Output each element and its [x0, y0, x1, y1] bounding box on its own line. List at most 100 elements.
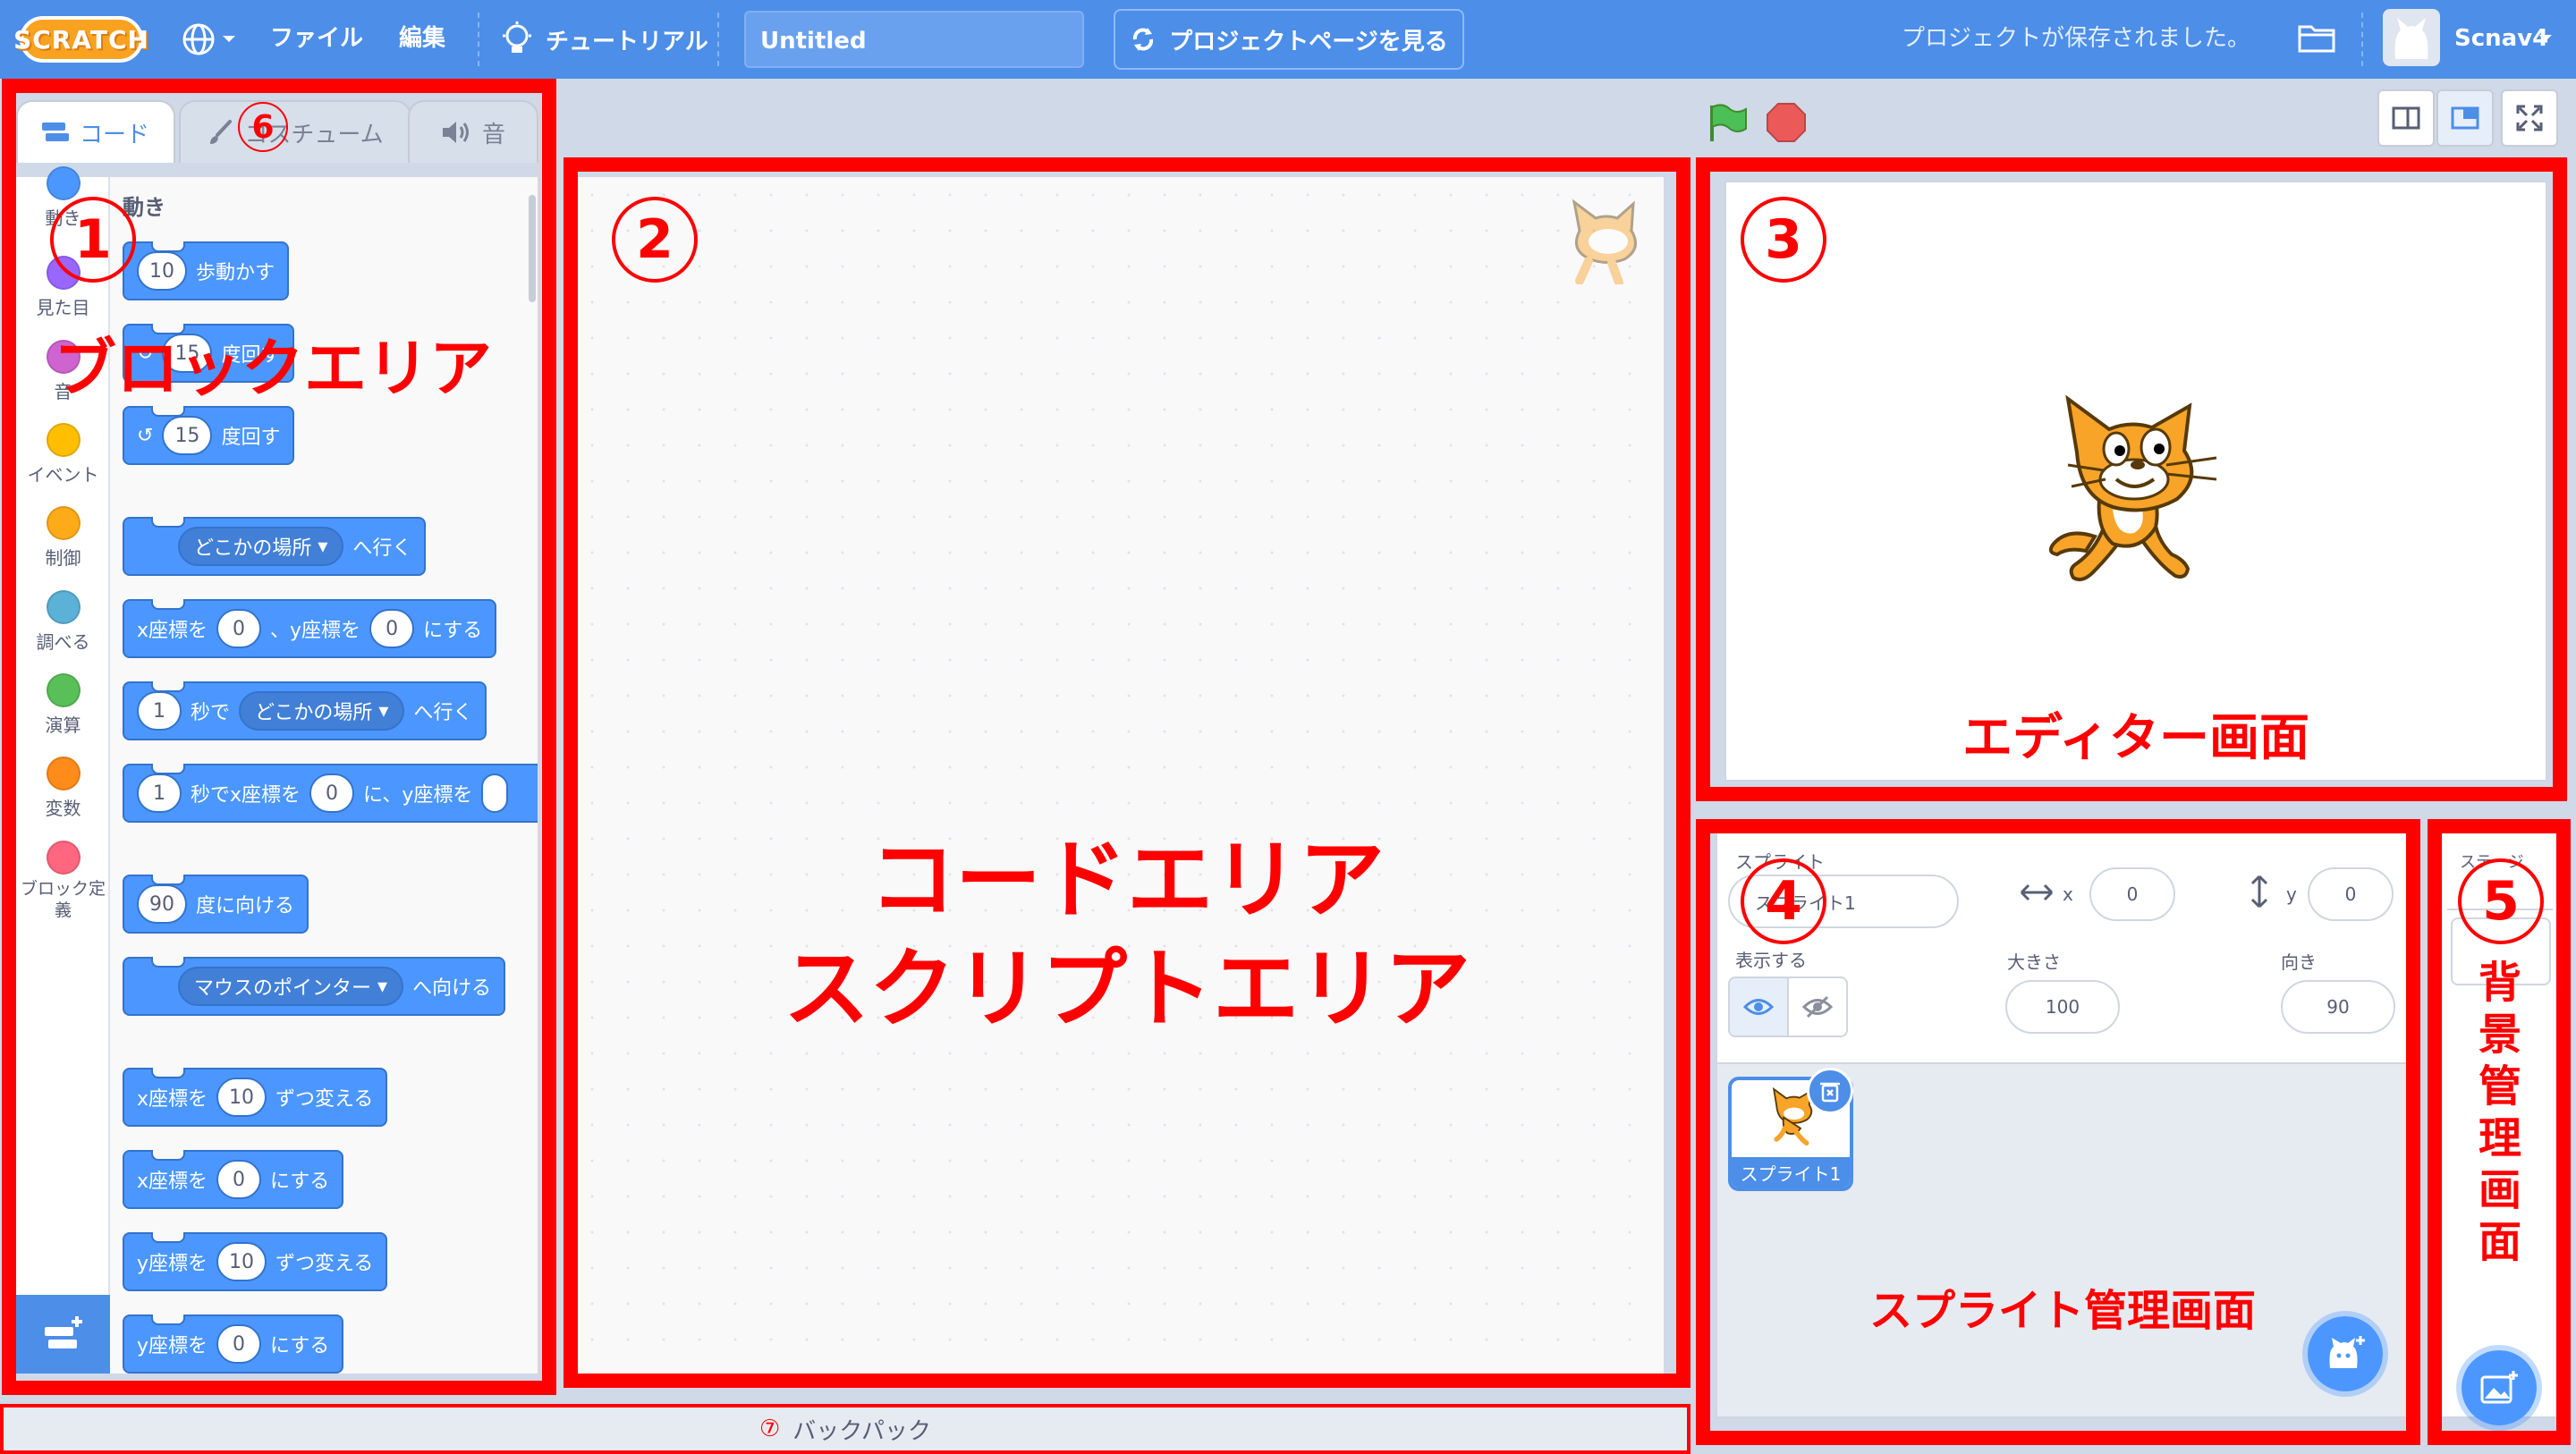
dropdown-value: どこかの場所	[194, 537, 312, 560]
green-flag-icon[interactable]	[1707, 102, 1748, 147]
tab-sounds-label: 音	[481, 121, 505, 148]
category-operators[interactable]: 演算	[16, 673, 110, 737]
block-input[interactable]: 0	[309, 773, 355, 813]
scratch-cat-sprite[interactable]	[2041, 393, 2229, 587]
block-input[interactable]: 10	[216, 1078, 267, 1117]
category-my-blocks[interactable]: ブロック定義	[16, 841, 110, 921]
dropdown-value: マウスのポインター	[194, 977, 372, 1000]
block-input[interactable]: 0	[369, 609, 415, 648]
add-backdrop-button[interactable]	[2456, 1345, 2542, 1431]
block-input[interactable]	[481, 773, 509, 813]
block-input[interactable]: 1	[137, 773, 182, 813]
category-events[interactable]: イベント	[16, 423, 110, 486]
size-input[interactable]: 100	[2005, 980, 2120, 1034]
show-sprite-button[interactable]	[1728, 976, 1789, 1037]
add-backdrop-icon	[2480, 1371, 2518, 1404]
normal-stage-button[interactable]	[2436, 89, 2494, 147]
small-stage-icon	[2392, 106, 2420, 130]
x-label: x	[2063, 883, 2073, 905]
block-point-towards[interactable]: マウスのポインター ▾ へ向ける	[123, 957, 506, 1016]
small-stage-button[interactable]	[2377, 89, 2435, 147]
block-input[interactable]: 0	[216, 1160, 262, 1199]
stop-sign-icon[interactable]	[1766, 102, 1807, 147]
backpack-bar[interactable]: ⑦ バックパック	[0, 1404, 1690, 1454]
block-point-in-direction[interactable]: 90 度に向ける	[123, 875, 309, 934]
menu-file[interactable]: ファイル	[270, 20, 363, 57]
category-label: 見た目	[36, 297, 90, 318]
annotation-script-area: スクリプトエリア	[784, 939, 1470, 1039]
category-sensing[interactable]: 調べる	[16, 590, 110, 654]
backpack-label: バックパック	[792, 1417, 931, 1445]
annotation-background-management: 背 景 管 理 画 面	[2442, 957, 2558, 1268]
block-input[interactable]: 10	[137, 251, 187, 291]
palette-scrollbar[interactable]	[529, 195, 536, 302]
block-go-to[interactable]: どこかの場所 ▾ へ行く	[123, 517, 427, 576]
fullscreen-icon	[2516, 105, 2543, 131]
direction-input[interactable]: 90	[2281, 980, 2395, 1034]
tab-sounds[interactable]: 音	[408, 100, 538, 163]
category-label: 演算	[45, 714, 81, 736]
block-input[interactable]: 0	[216, 609, 262, 648]
chevron-down-icon[interactable]	[2538, 34, 2553, 43]
username[interactable]: Scnav4	[2454, 20, 2548, 57]
block-turn-left[interactable]: ↺ 15 度回す	[123, 406, 295, 465]
speaker-icon	[442, 122, 469, 143]
block-glide-to-xy[interactable]: 1 秒でx座標を 0 に、y座標を	[123, 764, 538, 823]
block-input[interactable]: 1	[137, 691, 182, 731]
add-sprite-cat-icon	[2329, 1336, 2365, 1368]
annotation-char: 画	[2478, 1165, 2521, 1215]
stage-canvas[interactable]	[1724, 181, 2547, 782]
y-label: y	[2286, 883, 2297, 905]
block-dropdown[interactable]: どこかの場所 ▾	[239, 691, 405, 731]
avatar[interactable]	[2383, 9, 2440, 66]
scratch-logo[interactable]: SCRATCH	[13, 16, 148, 63]
block-change-y[interactable]: y座標を 10 ずつ変える	[123, 1232, 388, 1291]
annotation-char: 背	[2478, 958, 2521, 1008]
block-input[interactable]: 90	[137, 884, 187, 924]
category-variables[interactable]: 変数	[16, 757, 110, 820]
hide-sprite-button[interactable]	[1787, 976, 1848, 1037]
block-text: 歩動かす	[196, 262, 275, 284]
annotation-number-5: 5	[2458, 858, 2544, 944]
category-control[interactable]: 制御	[16, 506, 110, 570]
block-text: にする	[270, 1335, 330, 1357]
menu-divider	[717, 13, 719, 66]
tutorials-menu[interactable]: チュートリアル	[501, 20, 708, 59]
sprite-watermark-cat-icon	[1572, 199, 1637, 284]
block-change-x[interactable]: x座標を 10 ずつ変える	[123, 1068, 388, 1127]
category-label: 調べる	[36, 631, 90, 653]
project-title-input[interactable]: Untitled	[744, 11, 1084, 68]
annotation-editor: エディター画面	[1962, 709, 2310, 767]
annotation-char: 管	[2478, 1061, 2521, 1112]
my-stuff-folder-icon[interactable]	[2297, 21, 2336, 57]
block-text: ずつ変える	[275, 1088, 374, 1111]
trash-icon	[1820, 1082, 1840, 1103]
category-variables-icon	[46, 757, 80, 790]
block-input[interactable]: 10	[216, 1242, 267, 1281]
block-dropdown[interactable]: マウスのポインター ▾	[178, 967, 404, 1006]
see-project-page-button[interactable]: プロジェクトページを見る	[1114, 9, 1464, 70]
block-dropdown[interactable]: どこかの場所 ▾	[178, 527, 344, 566]
block-input[interactable]: 0	[216, 1324, 262, 1364]
menu-edit[interactable]: 編集	[399, 20, 445, 57]
block-input[interactable]: 15	[162, 416, 213, 455]
tab-code[interactable]: コード	[16, 100, 175, 163]
annotation-number-4: 4	[1741, 858, 1826, 944]
annotation-number-1: 1	[50, 197, 136, 283]
block-move-steps[interactable]: 10 歩動かす	[123, 241, 290, 300]
tab-costumes[interactable]: コスチューム	[179, 100, 411, 163]
delete-sprite-button[interactable]	[1807, 1068, 1853, 1114]
block-set-y[interactable]: y座標を 0 にする	[123, 1315, 344, 1374]
fullscreen-button[interactable]	[2501, 89, 2558, 147]
script-area[interactable]	[574, 177, 2218, 1374]
block-go-to-xy[interactable]: x座標を 0 、y座標を 0 にする	[123, 599, 497, 658]
block-text: x座標を	[137, 620, 208, 642]
x-input[interactable]: 0	[2089, 867, 2175, 921]
y-input[interactable]: 0	[2308, 867, 2394, 921]
add-extension-button[interactable]	[16, 1295, 110, 1374]
save-status: プロジェクトが保存されました。	[1902, 25, 2251, 52]
block-set-x[interactable]: x座標を 0 にする	[123, 1150, 344, 1209]
language-globe-icon[interactable]	[181, 20, 243, 59]
block-glide-to[interactable]: 1 秒で どこかの場所 ▾ へ行く	[123, 681, 487, 740]
category-label: イベント	[27, 464, 99, 486]
